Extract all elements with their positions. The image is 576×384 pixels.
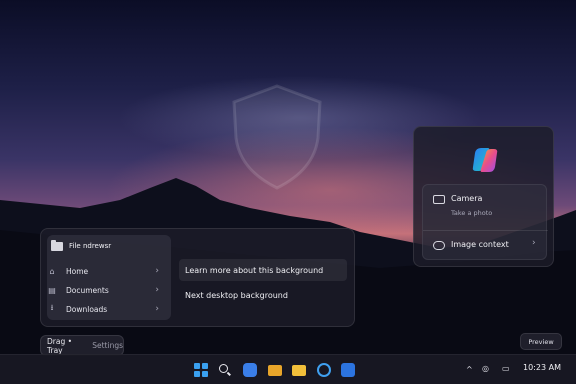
copilot-panel: Camera Take a photo Image context ›: [413, 126, 554, 267]
file-panel-header: File ndrewsr: [51, 239, 111, 253]
nav-item-label: Documents: [66, 285, 109, 295]
drag-tray[interactable]: Drag • Tray Settings: [40, 335, 124, 356]
camera-icon: [433, 195, 445, 204]
image-context-icon: [433, 241, 445, 250]
image-context-label: Image context: [451, 240, 509, 249]
image-context-option[interactable]: Image context ›: [423, 231, 548, 261]
network-icon[interactable]: ◎: [482, 364, 489, 373]
taskbar: ^ ◎ ▭: [0, 354, 576, 384]
chevron-right-icon: ›: [155, 285, 159, 295]
drag-tray-settings[interactable]: Settings: [92, 341, 123, 350]
menu-item-label: Next desktop background: [185, 290, 288, 300]
nav-item-documents[interactable]: ▤ Documents ›: [47, 281, 165, 299]
search-icon[interactable]: [219, 364, 233, 378]
camera-title: Camera: [451, 194, 483, 203]
nav-item-home[interactable]: ⌂ Home ›: [47, 262, 165, 280]
file-panel-title: File ndrewsr: [69, 242, 112, 250]
display-icon[interactable]: ▭: [502, 364, 510, 373]
download-icon: ⭳: [50, 303, 54, 312]
chevron-right-icon: ›: [155, 304, 159, 314]
nav-item-label: Downloads: [66, 304, 108, 314]
store-icon[interactable]: [341, 363, 355, 377]
nav-item-downloads[interactable]: ⭳ Downloads ›: [47, 300, 165, 318]
nav-item-label: Home: [66, 266, 89, 276]
copilot-logo-icon: [472, 148, 498, 172]
chevron-right-icon: ›: [532, 238, 536, 248]
chevron-right-icon: ›: [155, 266, 159, 276]
copilot-app-icon[interactable]: [243, 363, 257, 377]
camera-subtitle: Take a photo: [451, 209, 493, 217]
menu-item-label: Learn more about this background: [185, 265, 324, 275]
learn-more-background-item[interactable]: Learn more about this background: [179, 259, 347, 281]
home-icon: ⌂: [49, 266, 55, 276]
folder-icon: [51, 239, 63, 251]
next-background-item[interactable]: Next desktop background: [179, 284, 347, 306]
folder-icon[interactable]: [292, 365, 306, 376]
start-icon[interactable]: [194, 363, 208, 377]
edge-icon[interactable]: [317, 363, 331, 377]
desktop-context-panel: File ndrewsr ⌂ Home › ▤ Documents › ⭳ Do…: [40, 228, 355, 327]
chevron-up-icon[interactable]: ^: [466, 365, 473, 374]
copilot-options: Camera Take a photo Image context ›: [422, 184, 548, 261]
drag-tray-label: Drag • Tray: [47, 336, 73, 355]
documents-icon: ▤: [48, 285, 56, 295]
camera-option[interactable]: Camera Take a photo: [423, 185, 548, 230]
preview-button[interactable]: Preview: [520, 333, 562, 350]
shield-icon: [232, 84, 322, 190]
file-explorer-icon[interactable]: [268, 365, 282, 376]
clock[interactable]: 10:23 AM: [523, 363, 561, 372]
